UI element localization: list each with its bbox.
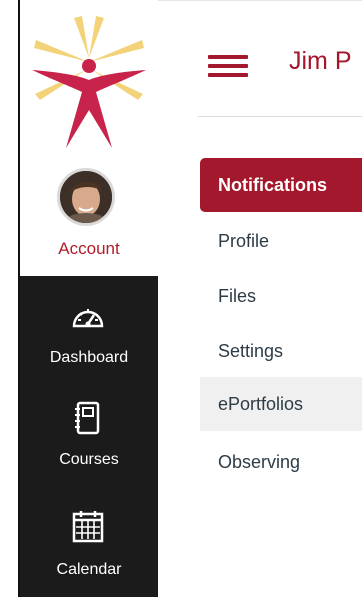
- courses-label: Courses: [59, 451, 119, 468]
- global-nav-dashboard[interactable]: Dashboard: [20, 300, 158, 390]
- global-nav-calendar[interactable]: Calendar: [20, 508, 158, 598]
- section-nav-notifications[interactable]: Notifications: [200, 158, 362, 212]
- calendar-icon: [72, 511, 104, 543]
- section-nav-observing[interactable]: Observing: [200, 435, 362, 489]
- global-nav-courses[interactable]: Courses: [20, 400, 158, 490]
- dashboard-label: Dashboard: [49, 349, 129, 366]
- hamburger-bar-icon: [208, 55, 248, 59]
- hamburger-menu-button[interactable]: [208, 55, 248, 77]
- institution-logo[interactable]: [20, 0, 158, 160]
- global-nav-menu: Dashboard Courses Calendar: [20, 276, 158, 597]
- header-divider: [198, 116, 362, 117]
- hamburger-bar-icon: [208, 64, 248, 68]
- section-nav-files[interactable]: Files: [200, 269, 362, 323]
- starburst-logo-icon: [32, 16, 146, 148]
- user-portrait-icon: [60, 171, 112, 223]
- breadcrumb[interactable]: Jim P: [289, 47, 352, 76]
- section-nav-settings[interactable]: Settings: [200, 324, 362, 378]
- account-nav-item[interactable]: Account: [20, 160, 158, 277]
- avatar[interactable]: [57, 168, 115, 226]
- courses-icon: [75, 401, 100, 435]
- account-label: Account: [58, 239, 120, 258]
- page-header: Jim P: [158, 0, 362, 116]
- section-nav-profile[interactable]: Profile: [200, 214, 362, 268]
- calendar-label: Calendar: [56, 561, 122, 578]
- section-nav-eportfolios[interactable]: ePortfolios: [200, 377, 362, 431]
- hamburger-bar-icon: [208, 73, 248, 77]
- global-navigation: Account Dashboard Courses Calendar: [20, 0, 158, 597]
- dashboard-icon: [72, 309, 104, 328]
